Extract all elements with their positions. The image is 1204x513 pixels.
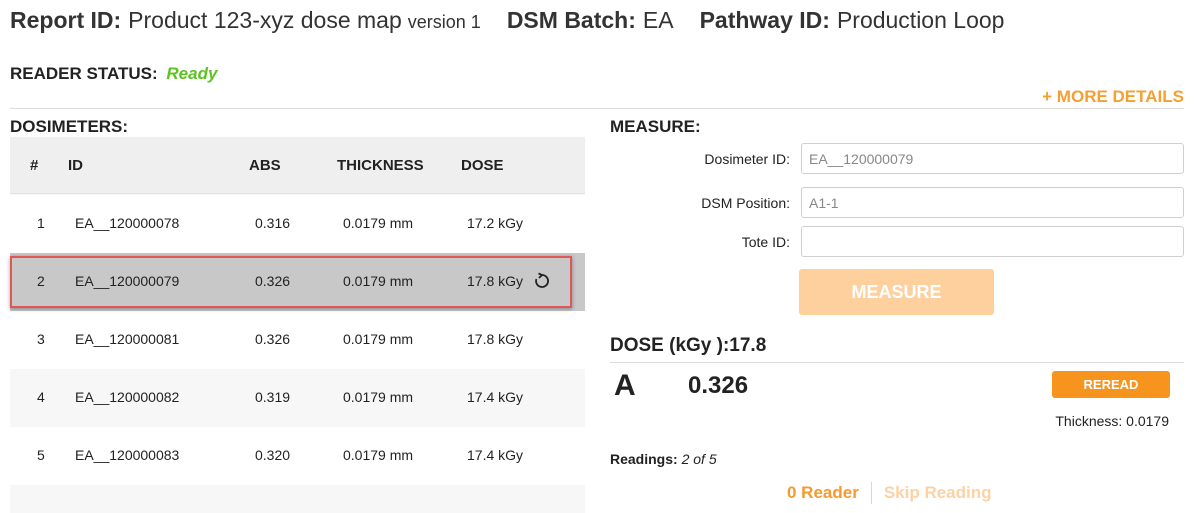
reader-status-label: READER STATUS: xyxy=(10,64,158,83)
pathway-id-group: Pathway ID: Production Loop xyxy=(700,7,1005,34)
row-abs: 0.319 xyxy=(255,389,291,405)
table-row-selected[interactable]: 2 EA__120000079 0.326 0.0179 mm 17.8 kGy xyxy=(10,253,585,311)
report-version: version 1 xyxy=(407,12,481,32)
row-thickness: 0.0179 mm xyxy=(343,331,414,347)
row-thickness: 0.0179 mm xyxy=(343,273,414,289)
report-header: Report ID: Product 123-xyz dose map vers… xyxy=(10,7,1194,37)
table-header: # ID ABS THICKNESS DOSE xyxy=(10,137,585,194)
pathway-id-label: Pathway ID: xyxy=(699,7,830,33)
readings-total: 5 xyxy=(708,451,717,467)
table-row[interactable]: 3 EA__120000081 0.326 0.0179 mm 17.8 kGy xyxy=(10,311,585,369)
row-abs: 0.316 xyxy=(255,215,291,231)
row-abs: 0.326 xyxy=(255,273,291,289)
reader-link[interactable]: 0 Reader xyxy=(787,483,859,503)
row-num: 1 xyxy=(37,215,45,231)
skip-reading-link[interactable]: Skip Reading xyxy=(884,483,992,503)
readings-current: 2 xyxy=(681,451,690,467)
refresh-icon[interactable] xyxy=(532,271,552,291)
readings-of: of xyxy=(693,451,705,467)
tote-id-input[interactable] xyxy=(801,226,1184,257)
row-dose: 17.4 kGy xyxy=(467,389,524,405)
row-thickness: 0.0179 mm xyxy=(343,389,414,405)
dosimeters-table: # ID ABS THICKNESS DOSE 1 EA__120000078 … xyxy=(10,137,585,513)
position-letter: A xyxy=(614,369,636,402)
pathway-id-value: Production Loop xyxy=(836,7,1005,33)
report-id-value: Product 123-xyz dose map xyxy=(128,7,402,33)
table-row[interactable]: 1 EA__120000078 0.316 0.0179 mm 17.2 kGy xyxy=(10,195,585,253)
row-id: EA__120000078 xyxy=(75,215,180,231)
report-id-label: Report ID: xyxy=(10,7,122,33)
dsm-position-label: DSM Position: xyxy=(701,195,790,211)
table-row[interactable]: 5 EA__120000083 0.320 0.0179 mm 17.4 kGy xyxy=(10,427,585,485)
measure-title: MEASURE: xyxy=(610,117,701,136)
row-id: EA__120000082 xyxy=(75,389,180,405)
row-num: 3 xyxy=(37,331,45,347)
dose-divider xyxy=(610,362,1184,363)
readings-counter: Readings: 2 of 5 xyxy=(610,451,717,467)
abs-value: 0.326 xyxy=(688,372,749,399)
row-id: EA__120000081 xyxy=(75,331,180,347)
col-header-thickness: THICKNESS xyxy=(337,157,424,174)
dosimeter-id-label: Dosimeter ID: xyxy=(704,151,790,167)
dosimeter-id-input[interactable] xyxy=(801,143,1184,174)
footer-links: 0 Reader Skip Reading xyxy=(787,482,992,504)
row-dose: 17.8 kGy xyxy=(467,331,524,347)
reader-status-value: Ready xyxy=(166,64,218,83)
report-id-group: Report ID: Product 123-xyz dose map vers… xyxy=(10,7,481,34)
dsm-position-input[interactable] xyxy=(801,187,1184,218)
dose-title: DOSE (kGy ):17.8 xyxy=(610,335,767,356)
more-details-link[interactable]: + MORE DETAILS xyxy=(1042,87,1184,107)
link-separator xyxy=(870,482,872,504)
col-header-dose: DOSE xyxy=(461,157,504,174)
dsm-batch-label: DSM Batch: xyxy=(506,7,636,33)
row-id: EA__120000083 xyxy=(75,447,180,463)
tote-id-label: Tote ID: xyxy=(741,234,790,250)
dosimeters-title: DOSIMETERS: xyxy=(10,117,129,136)
table-row[interactable]: 4 EA__120000082 0.319 0.0179 mm 17.4 kGy xyxy=(10,369,585,427)
readings-label: Readings: xyxy=(610,451,678,467)
row-abs: 0.320 xyxy=(255,447,291,463)
dsm-batch-group: DSM Batch: EA xyxy=(507,7,674,34)
col-header-id: ID xyxy=(68,157,83,174)
col-header-num: # xyxy=(30,157,39,174)
row-dose: 17.2 kGy xyxy=(467,215,524,231)
row-thickness: 0.0179 mm xyxy=(343,215,414,231)
measure-button[interactable]: MEASURE xyxy=(799,269,994,315)
row-num: 2 xyxy=(37,273,45,289)
col-header-abs: ABS xyxy=(249,157,281,174)
thickness-readout: Thickness: 0.0179 xyxy=(1055,413,1169,429)
reread-button[interactable]: REREAD xyxy=(1052,371,1170,398)
header-divider xyxy=(10,108,1184,109)
reader-status: READER STATUS: Ready xyxy=(10,64,217,84)
dsm-batch-value: EA xyxy=(642,7,674,33)
row-dose: 17.8 kGy xyxy=(467,273,524,289)
row-num: 5 xyxy=(37,447,45,463)
row-abs: 0.326 xyxy=(255,331,291,347)
row-num: 4 xyxy=(37,389,45,405)
row-thickness: 0.0179 mm xyxy=(343,447,414,463)
row-dose: 17.4 kGy xyxy=(467,447,524,463)
row-id: EA__120000079 xyxy=(75,273,180,289)
